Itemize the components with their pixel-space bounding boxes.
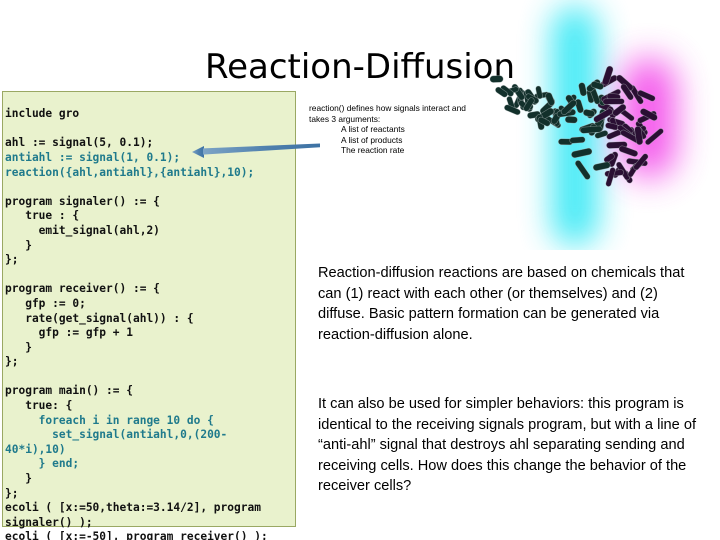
code-line: include gro — [5, 107, 80, 121]
bacterium-cell — [489, 75, 504, 83]
bacterium-cell — [578, 82, 587, 97]
code-line: true: { — [5, 399, 73, 413]
code-line: ecoli ( [x:=50,theta:=3.14/2], program — [5, 501, 261, 515]
code-line: emit_signal(ahl,2) — [5, 223, 160, 237]
body-paragraph-2: It can also be used for simpler behavior… — [318, 396, 697, 495]
bacterium-cell — [618, 145, 639, 157]
slide-canvas: Reaction-Diffusion include gro ahl := si… — [0, 0, 720, 540]
bacterium-cell — [571, 147, 593, 159]
callout-text-block: reaction() defines how signals interact … — [309, 103, 469, 156]
code-line: rate(get_signal(ahl)) : { — [5, 311, 194, 325]
callout-arg-reactants: A list of reactants — [341, 124, 405, 135]
code-line: ahl := signal(5, 0.1); — [5, 136, 154, 150]
bacteria-cell-cluster — [489, 65, 664, 187]
code-line: program main() := { — [5, 384, 133, 398]
code-listing: include gro ahl := signal(5, 0.1); antia… — [5, 107, 320, 540]
code-line: }; — [5, 253, 19, 267]
code-line: antiahl := signal(1, 0.1); — [5, 150, 181, 164]
body-paragraph-1: Reaction-diffusion reactions are based o… — [318, 265, 685, 343]
code-line: ecoli ( [x:=-50], program receiver() ); — [5, 530, 268, 540]
bacterium-cell — [602, 98, 625, 105]
code-line: set_signal(antiahl,0,(200- — [5, 428, 228, 442]
code-line: gfp := 0; — [5, 296, 86, 310]
code-line: program receiver() := { — [5, 282, 160, 296]
code-line: program signaler() := { — [5, 194, 160, 208]
code-line: } — [5, 340, 32, 354]
bacterium-cell — [592, 161, 611, 171]
code-line: } — [5, 472, 32, 486]
bacterium-cell — [574, 160, 591, 180]
code-line: foreach i in range 10 do { — [5, 413, 214, 427]
code-line: } — [5, 238, 32, 252]
bacterium-cell — [580, 125, 603, 134]
code-line: signaler() ); — [5, 515, 93, 529]
code-line: 40*i),10) — [5, 442, 66, 456]
callout-arg-products: A list of products — [341, 134, 403, 145]
callout-arg-rate: The reaction rate — [341, 145, 405, 156]
code-line: }; — [5, 486, 19, 500]
code-line: }; — [5, 355, 19, 369]
callout-intro: reaction() defines how signals interact … — [309, 103, 466, 124]
code-line: true : { — [5, 209, 80, 223]
simulation-figure — [470, 0, 720, 250]
code-line: reaction({ahl,antiahl},{antiahl},10); — [5, 165, 255, 179]
bacterium-cell — [564, 115, 578, 124]
code-line: gfp := gfp + 1 — [5, 326, 133, 340]
bacterium-cell — [569, 136, 586, 144]
bacterium-cell — [644, 128, 664, 146]
code-line: } end; — [5, 457, 80, 471]
